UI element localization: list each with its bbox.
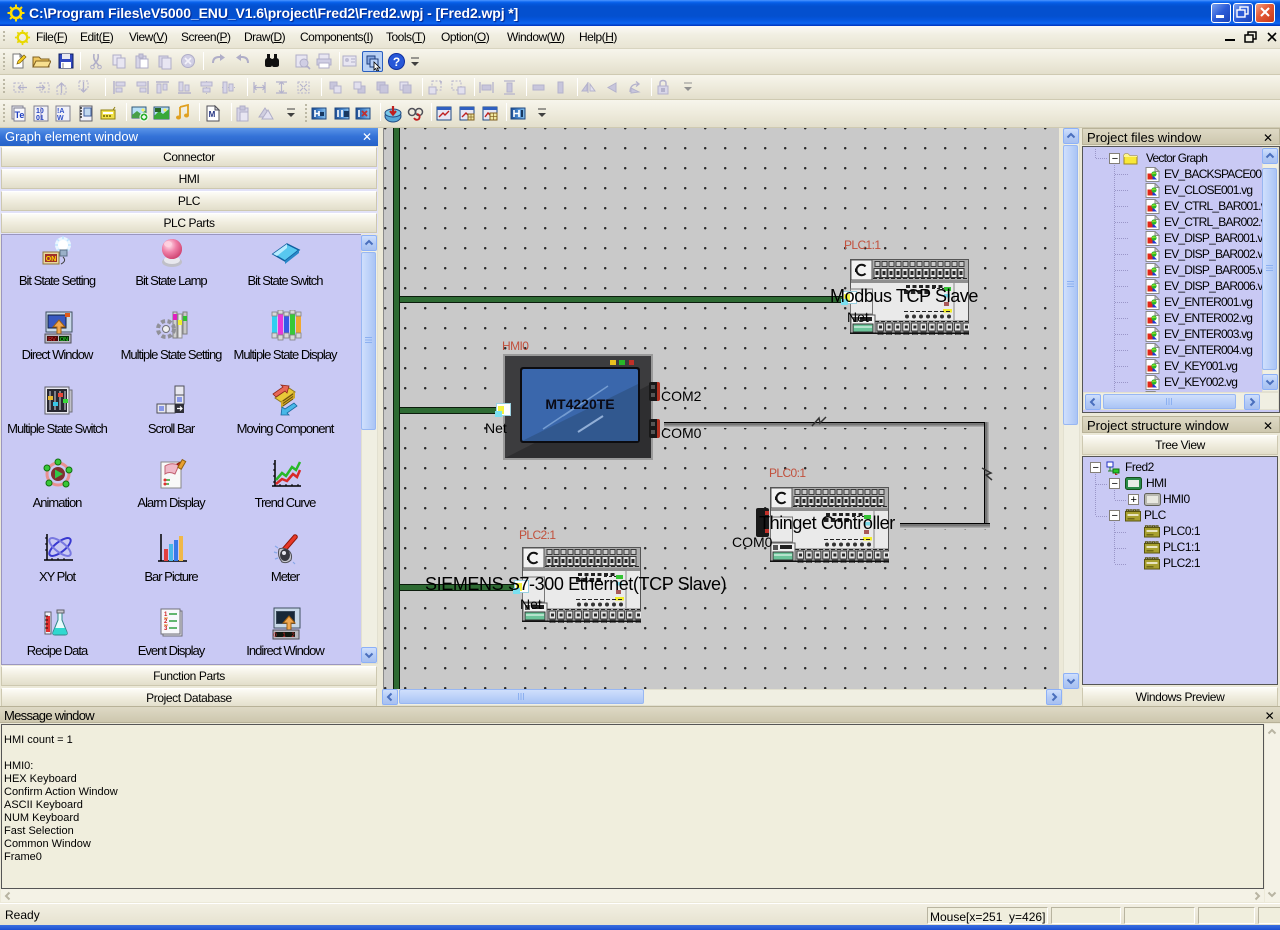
svg-text:RV: RV: [48, 337, 56, 343]
svg-text:W: W: [57, 115, 64, 122]
svg-text:ON: ON: [60, 337, 68, 343]
svg-text:ON: ON: [46, 256, 57, 263]
svg-text:0 1 2: 0 1 2: [273, 633, 296, 639]
svg-text:10: 10: [36, 108, 44, 115]
svg-text:01: 01: [36, 115, 44, 122]
svg-text:Te: Te: [15, 110, 25, 120]
svg-text:!A: !A: [57, 108, 64, 115]
svg-text:?: ?: [393, 55, 400, 69]
svg-text:M: M: [209, 110, 216, 119]
